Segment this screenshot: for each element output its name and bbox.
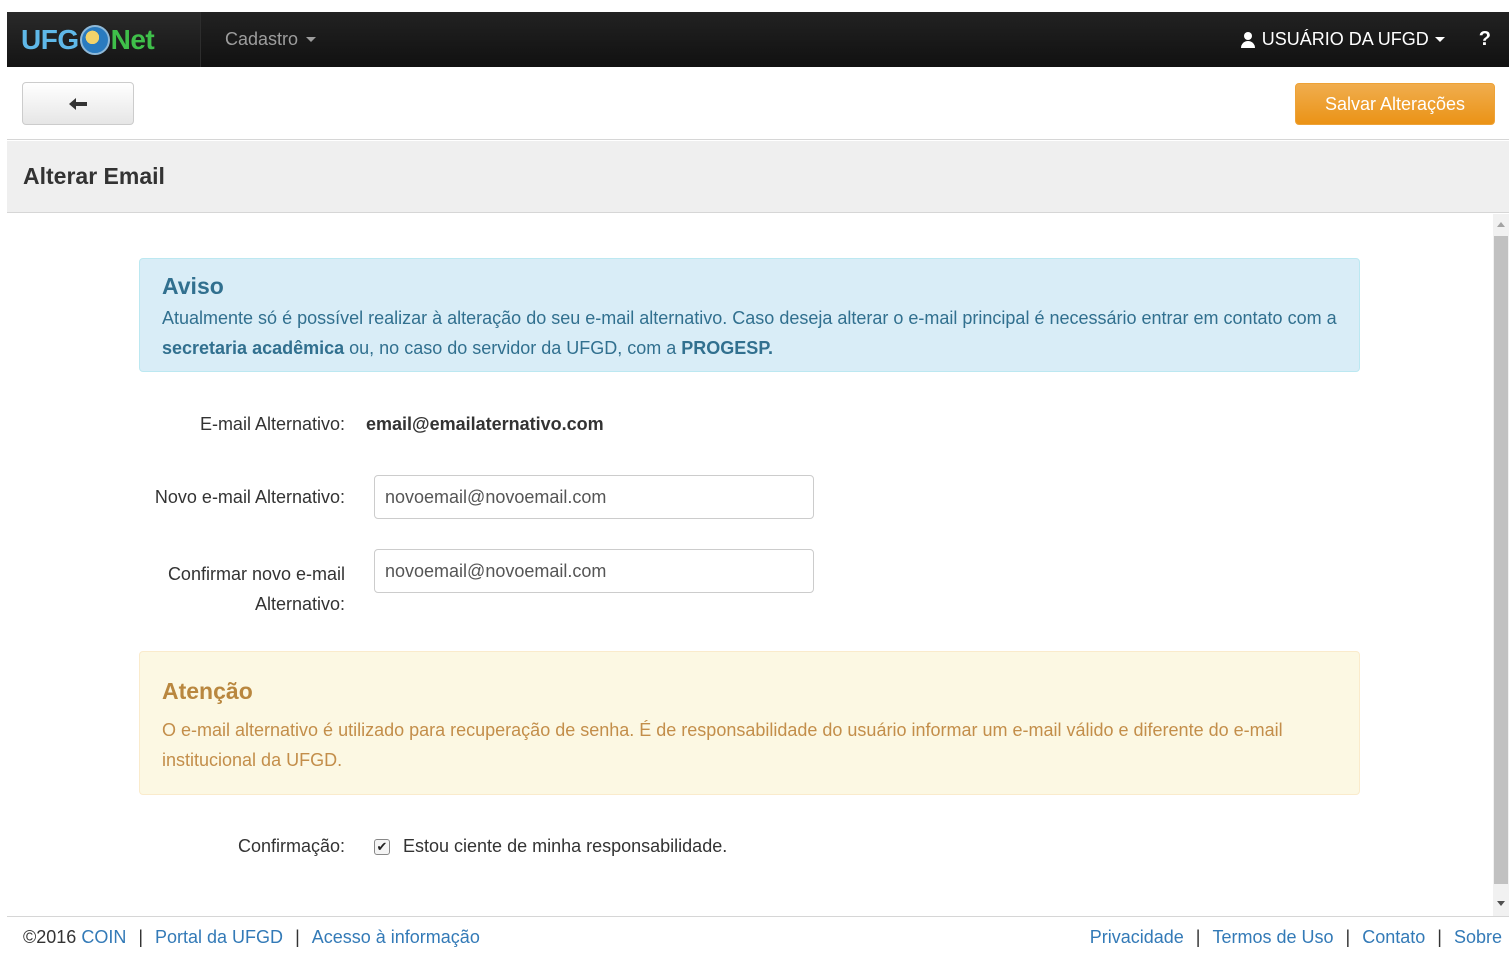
footer-link-contato[interactable]: Contato bbox=[1362, 927, 1425, 948]
footer: ©2016 COIN | Portal da UFGD | Acesso à i… bbox=[7, 916, 1509, 957]
user-menu-label: USUÁRIO DA UFGD bbox=[1261, 29, 1429, 49]
confirm-email-label: Confirmar novo e-mail Alternativo: bbox=[167, 564, 345, 614]
info-alert-title: Aviso bbox=[162, 273, 224, 299]
responsibility-checkbox-label[interactable]: Estou ciente de minha responsabilidade. bbox=[403, 834, 727, 859]
footer-right: Privacidade | Termos de Uso | Contato | … bbox=[1090, 927, 1509, 948]
info-alert-bold-1: secretaria acadêmica bbox=[162, 338, 345, 358]
brand-text: UFG Net bbox=[21, 23, 155, 56]
confirmation-label: Confirmação: bbox=[237, 836, 345, 856]
footer-separator: | bbox=[1345, 926, 1351, 947]
new-email-label: Novo e-mail Alternativo: bbox=[154, 487, 345, 507]
page-title: Alterar Email bbox=[23, 163, 165, 189]
confirm-email-input[interactable] bbox=[374, 549, 814, 593]
save-changes-button[interactable]: Salvar Alterações bbox=[1295, 83, 1495, 125]
scrollbar-thumb[interactable] bbox=[1494, 236, 1508, 884]
footer-link-acesso[interactable]: Acesso à informação bbox=[312, 927, 480, 948]
info-alert-text-2: ou, no caso do servidor da UFGD, com a bbox=[344, 338, 682, 358]
current-email-value: email@emailaternativo.com bbox=[366, 414, 604, 434]
page-header: Alterar Email bbox=[7, 141, 1509, 213]
footer-link-coin[interactable]: COIN bbox=[81, 927, 126, 948]
responsibility-checkbox[interactable]: ✔ bbox=[374, 839, 390, 855]
user-icon bbox=[1240, 31, 1256, 48]
info-alert: Aviso Atualmente só é possível realizar … bbox=[139, 258, 1360, 372]
warning-alert-title: Atenção bbox=[162, 678, 253, 704]
globe-icon bbox=[79, 24, 110, 55]
info-alert-text: Atualmente só é possível realizar à alte… bbox=[162, 303, 1337, 363]
brand-net: Net bbox=[110, 23, 155, 55]
caret-down-icon bbox=[1434, 37, 1445, 42]
footer-separator: | bbox=[1195, 926, 1201, 947]
vertical-scrollbar[interactable] bbox=[1493, 214, 1509, 916]
footer-left: ©2016 COIN | Portal da UFGD | Acesso à i… bbox=[7, 927, 480, 948]
footer-separator: | bbox=[138, 926, 144, 947]
footer-separator: | bbox=[1437, 926, 1442, 947]
main-content: Aviso Atualmente só é possível realizar … bbox=[7, 214, 1493, 916]
footer-link-sobre[interactable]: Sobre bbox=[1454, 927, 1502, 948]
caret-down-icon bbox=[306, 37, 317, 42]
scroll-down-arrow-icon[interactable] bbox=[1497, 901, 1505, 906]
footer-link-privacidade[interactable]: Privacidade bbox=[1090, 927, 1184, 948]
help-button[interactable]: ? bbox=[1479, 28, 1491, 51]
cadastro-menu[interactable]: Cadastro bbox=[225, 29, 317, 50]
info-alert-bold-2: PROGESP. bbox=[681, 338, 774, 358]
arrow-left-icon bbox=[69, 97, 87, 110]
back-button[interactable] bbox=[22, 82, 134, 125]
top-strip bbox=[0, 0, 1509, 12]
navbar-right: USUÁRIO DA UFGD ? bbox=[1240, 28, 1509, 51]
cadastro-menu-label: Cadastro bbox=[225, 29, 299, 49]
toolbar: Salvar Alterações bbox=[7, 67, 1509, 140]
scroll-up-arrow-icon[interactable] bbox=[1497, 222, 1505, 227]
current-email-label: E-mail Alternativo: bbox=[199, 414, 345, 434]
brand-ufg: UFG bbox=[21, 23, 79, 55]
navbar: UFG Net Cadastro USUÁRIO DA UFGD ? bbox=[7, 12, 1509, 67]
footer-link-portal[interactable]: Portal da UFGD bbox=[155, 927, 283, 948]
warning-alert: Atenção O e-mail alternativo é utilizado… bbox=[139, 651, 1360, 795]
footer-separator: | bbox=[295, 926, 300, 947]
new-email-input[interactable] bbox=[374, 475, 814, 519]
checkmark-icon: ✔ bbox=[376, 839, 388, 854]
info-alert-text-1: Atualmente só é possível realizar à alte… bbox=[162, 308, 1337, 328]
warning-alert-text: O e-mail alternativo é utilizado para re… bbox=[162, 720, 1283, 770]
user-menu[interactable]: USUÁRIO DA UFGD bbox=[1240, 29, 1445, 50]
footer-copyright: ©2016 bbox=[23, 926, 77, 947]
footer-link-termos[interactable]: Termos de Uso bbox=[1212, 927, 1333, 948]
brand-logo[interactable]: UFG Net bbox=[7, 12, 201, 67]
